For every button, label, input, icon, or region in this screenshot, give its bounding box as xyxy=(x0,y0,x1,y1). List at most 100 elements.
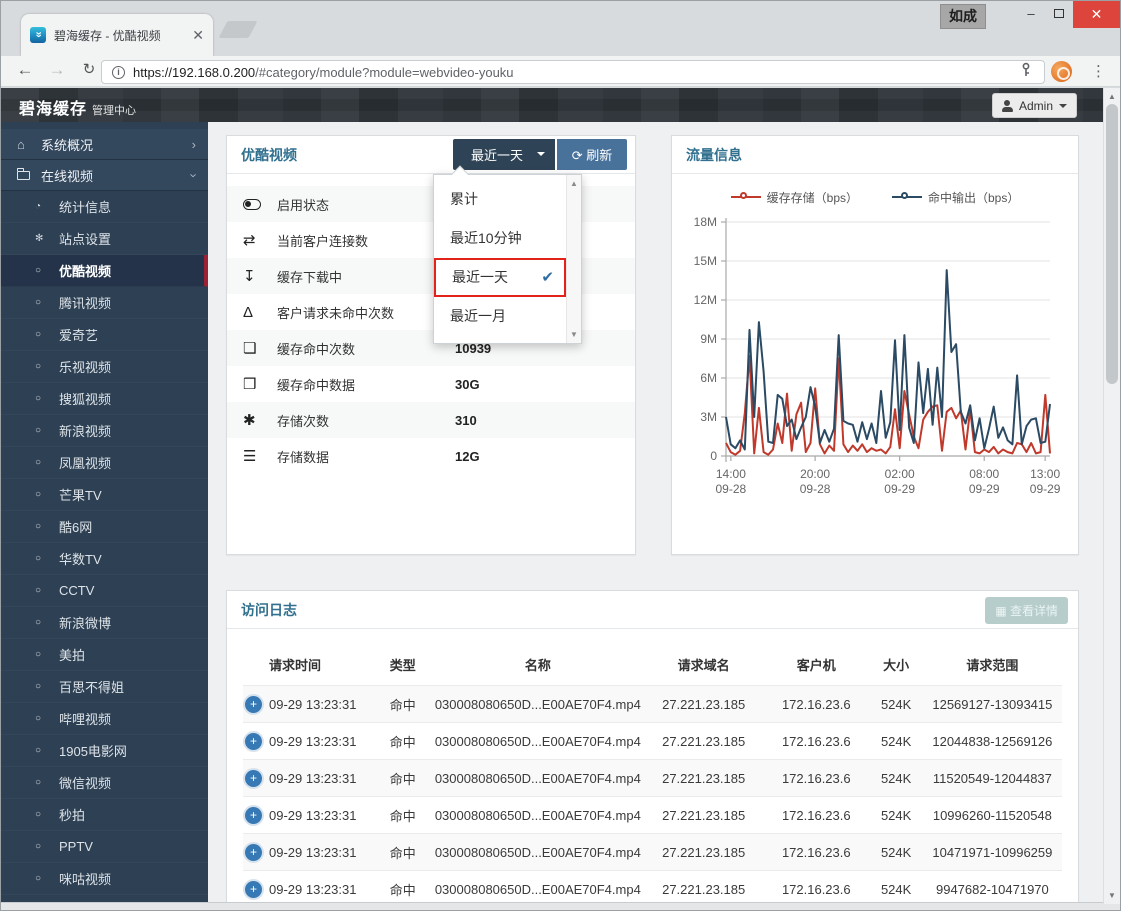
expand-row-icon[interactable]: + xyxy=(245,881,262,898)
sidebar-item-秒拍[interactable]: ○秒拍 xyxy=(1,799,208,831)
sidebar-item-爱奇艺[interactable]: ○爱奇艺 xyxy=(1,319,208,351)
sidebar-item-1905电影网[interactable]: ○1905电影网 xyxy=(1,735,208,767)
file-name: 030008080650D...E00AE70F4.mp4 xyxy=(431,845,644,860)
sidebar-item-咪咕视频[interactable]: ○咪咕视频 xyxy=(1,863,208,895)
expand-row-icon[interactable]: + xyxy=(245,844,262,861)
sidebar-item-统计信息[interactable]: ◔统计信息 xyxy=(1,191,208,223)
sidebar-item-站点设置[interactable]: ✻站点设置 xyxy=(1,223,208,255)
tab-close-icon[interactable]: ✕ xyxy=(192,28,204,42)
sidebar-item-label: 美拍 xyxy=(59,645,196,664)
sidebar-item-新浪微博[interactable]: ○新浪微博 xyxy=(1,607,208,639)
sidebar-item-腾讯视频[interactable]: ○腾讯视频 xyxy=(1,287,208,319)
chart-series xyxy=(726,356,1050,455)
period-select-button[interactable]: 最近一天 xyxy=(453,139,555,170)
page-scrollbar[interactable]: ▲ ▼ xyxy=(1103,88,1120,904)
traffic-panel-header: 流量信息 xyxy=(672,136,1078,174)
legend-marker-icon xyxy=(892,191,922,203)
page-info-icon[interactable]: i xyxy=(112,66,125,79)
app-viewport: 碧海缓存管理中心 Admin ⌂系统概况›在线视频›◔统计信息✻站点设置○优酷视… xyxy=(1,88,1120,904)
sidebar-item-CCTV[interactable]: ○CCTV xyxy=(1,575,208,607)
request-type: 命中 xyxy=(374,695,431,714)
expand-row-icon[interactable]: + xyxy=(245,770,262,787)
scrollbar-thumb[interactable] xyxy=(1106,104,1118,384)
circle-icon: ○ xyxy=(35,329,59,340)
new-tab-button[interactable] xyxy=(218,21,257,38)
log-table-row: +09-29 13:23:31命中030008080650D...E00AE70… xyxy=(243,759,1062,796)
size: 524K xyxy=(870,771,923,786)
browser-extension-icon[interactable] xyxy=(1051,61,1072,82)
sidebar-item-凤凰视频[interactable]: ○凤凰视频 xyxy=(1,447,208,479)
circle-icon: ○ xyxy=(35,265,59,276)
sidebar-item-美拍[interactable]: ○美拍 xyxy=(1,639,208,671)
circle-icon: ○ xyxy=(35,841,59,852)
dropdown-option-最近10分钟[interactable]: 最近10分钟 xyxy=(434,219,566,258)
log-panel-header: 访问日志 ▦ 查看详情 xyxy=(227,591,1078,629)
browser-menu-icon[interactable]: ⋮ xyxy=(1091,59,1106,84)
column-header: 请求域名 xyxy=(644,655,763,674)
ime-indicator: 如成 xyxy=(940,4,986,29)
sidebar-item-PPTV[interactable]: ○PPTV xyxy=(1,831,208,863)
client-ip: 172.16.23.6 xyxy=(763,697,869,712)
sidebar-item-微信视频[interactable]: ○微信视频 xyxy=(1,767,208,799)
file-name: 030008080650D...E00AE70F4.mp4 xyxy=(431,808,644,823)
sidebar-item-优酷视频[interactable]: ○优酷视频 xyxy=(1,255,208,287)
reload-icon[interactable]: ↻ xyxy=(77,60,101,78)
circle-icon: ○ xyxy=(35,297,59,308)
sidebar-item-乐视视频[interactable]: ○乐视视频 xyxy=(1,351,208,383)
sidebar-item-搜狐视频[interactable]: ○搜狐视频 xyxy=(1,383,208,415)
sidebar-item-哔哩视频[interactable]: ○哔哩视频 xyxy=(1,703,208,735)
legend-label: 缓存存储（bps） xyxy=(767,189,858,206)
expand-row-icon[interactable]: + xyxy=(245,807,262,824)
sidebar-item-label: 优酷视频 xyxy=(59,261,192,280)
sidebar-item-酷6网[interactable]: ○酷6网 xyxy=(1,511,208,543)
forward-icon[interactable]: → xyxy=(45,60,69,80)
browser-tab[interactable]: » 碧海缓存 - 优酷视频 ✕ xyxy=(21,14,213,56)
sidebar-item-华数TV[interactable]: ○华数TV xyxy=(1,543,208,575)
scroll-down-icon[interactable]: ▼ xyxy=(567,330,581,339)
file-name: 030008080650D...E00AE70F4.mp4 xyxy=(431,771,644,786)
admin-menu-button[interactable]: Admin xyxy=(992,93,1077,118)
sidebar-item-系统概况[interactable]: ⌂系统概况› xyxy=(1,129,208,160)
sidebar-item-label: 芒果TV xyxy=(59,485,196,504)
scroll-down-icon[interactable]: ▼ xyxy=(1104,891,1120,900)
circle-icon: ○ xyxy=(35,521,59,532)
circle-icon: ○ xyxy=(35,361,59,372)
password-key-icon[interactable] xyxy=(1018,62,1034,83)
dropdown-option-label: 最近10分钟 xyxy=(450,230,522,246)
sidebar-item-label: 系统概况 xyxy=(41,135,192,154)
url-input[interactable]: i https://192.168.0.200/#category/module… xyxy=(101,60,1045,84)
sidebar-item-芒果TV[interactable]: ○芒果TV xyxy=(1,479,208,511)
window-close-button[interactable]: ✕ xyxy=(1073,1,1120,28)
traffic-chart: 03M6M9M12M15M18M14:0009-2820:0009-2802:0… xyxy=(676,208,1078,533)
svg-text:15M: 15M xyxy=(694,254,717,268)
request-domain: 27.221.23.185 xyxy=(644,808,763,823)
scroll-up-icon[interactable]: ▲ xyxy=(567,179,581,188)
stat-value: 30G xyxy=(455,377,480,392)
legend-item[interactable]: 缓存存储（bps） xyxy=(731,188,858,206)
brand: 碧海缓存管理中心 xyxy=(19,95,136,119)
circle-icon: ○ xyxy=(35,713,59,724)
refresh-button[interactable]: ⟳ 刷新 xyxy=(557,139,627,170)
sidebar-item-百思不得姐[interactable]: ○百思不得姐 xyxy=(1,671,208,703)
traffic-panel: 流量信息 缓存存储（bps） 命中输出（bps） 03M6M9M12M15M18M… xyxy=(671,135,1079,555)
window-maximize-button[interactable] xyxy=(1045,1,1073,28)
scroll-up-icon[interactable]: ▲ xyxy=(1104,92,1120,101)
dropdown-option-累计[interactable]: 累计 xyxy=(434,180,566,219)
svg-text:6M: 6M xyxy=(700,371,717,385)
dropdown-option-最近一天[interactable]: 最近一天✔ xyxy=(434,258,566,297)
circle-icon: ○ xyxy=(35,745,59,756)
dropdown-scrollbar[interactable]: ▲ ▼ xyxy=(566,175,581,343)
view-details-button[interactable]: ▦ 查看详情 xyxy=(985,597,1068,624)
sidebar-item-label: 新浪微博 xyxy=(59,613,196,632)
chevron-down-icon xyxy=(537,152,545,156)
dropdown-option-最近一月[interactable]: 最近一月 xyxy=(434,297,566,336)
sidebar-item-新浪视频[interactable]: ○新浪视频 xyxy=(1,415,208,447)
sidebar-item-在线视频[interactable]: 在线视频› xyxy=(1,160,208,191)
window-minimize-button[interactable]: – xyxy=(1017,1,1045,28)
expand-row-icon[interactable]: + xyxy=(245,696,262,713)
size: 524K xyxy=(870,845,923,860)
sidebar-item-label: 搜狐视频 xyxy=(59,389,196,408)
back-icon[interactable]: ← xyxy=(13,60,37,80)
legend-item[interactable]: 命中输出（bps） xyxy=(892,188,1019,206)
expand-row-icon[interactable]: + xyxy=(245,733,262,750)
